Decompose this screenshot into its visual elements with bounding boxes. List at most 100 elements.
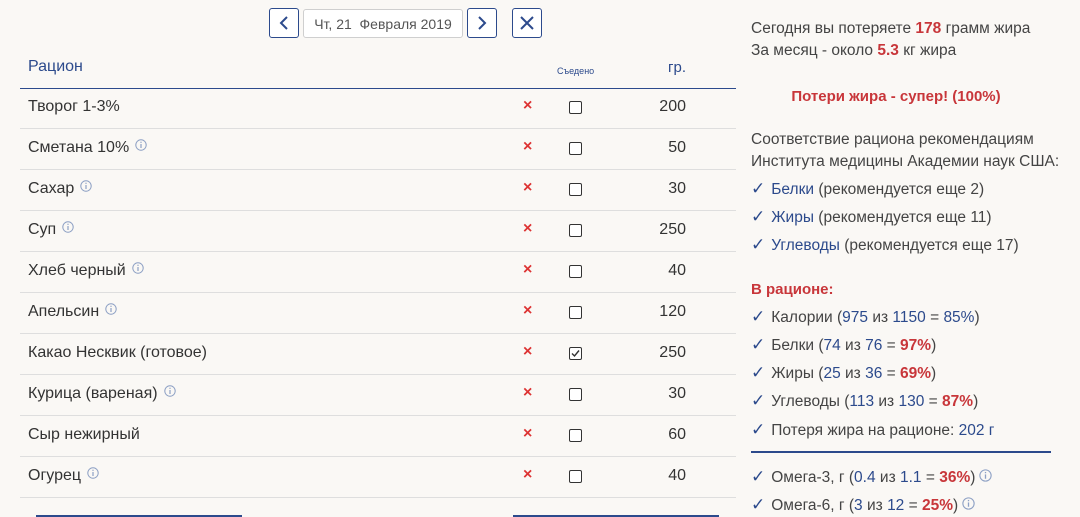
fat-loss-status: Потери жира - супер! (100%) (791, 88, 1001, 105)
check-icon: ✓ (751, 391, 766, 410)
in-diet-title: В рационе: (751, 281, 834, 298)
checkmark-icon (571, 350, 580, 358)
month-suffix: кг жира (898, 42, 957, 59)
table-row: Огурец × 40 (20, 457, 736, 498)
nutrient-link[interactable]: Углеводы (771, 237, 840, 254)
food-name: Сметана 10% (28, 139, 147, 157)
info-icon[interactable] (163, 385, 176, 397)
food-name-text: Курица (вареная) (28, 385, 158, 402)
check-icon: ✓ (751, 363, 766, 382)
info-icon[interactable] (87, 467, 99, 479)
omega-target: 1.1 (900, 469, 922, 486)
fat-loss-on-diet-line: ✓ Потеря жира на рационе: 202 г (751, 420, 994, 440)
check-icon: ✓ (751, 467, 766, 486)
remove-item-icon[interactable]: × (523, 466, 532, 484)
omega-eq: = (921, 469, 940, 486)
compliance-heading-2: Института медицины Академии наук США: (751, 153, 1060, 170)
info-icon[interactable] (80, 180, 92, 192)
in-diet-target: 76 (865, 337, 883, 354)
eaten-checkbox[interactable] (569, 265, 582, 278)
recommendation-text: (рекомендуется еще 17) (839, 237, 1019, 254)
eaten-checkbox[interactable] (569, 142, 582, 155)
info-icon[interactable] (135, 139, 147, 151)
omega-actual: 3 (854, 497, 863, 514)
food-name: Курица (вареная) (28, 385, 176, 403)
today-fat-loss-line: Сегодня вы потеряете 178 грамм жира (751, 20, 1030, 38)
food-name: Апельсин (28, 303, 117, 321)
eaten-checkbox[interactable] (569, 429, 582, 442)
food-name-text: Сыр нежирный (28, 426, 140, 443)
close-button[interactable] (512, 8, 542, 38)
nutrient-link[interactable]: Жиры (771, 209, 814, 226)
remove-item-icon[interactable]: × (523, 343, 532, 361)
grams-value[interactable]: 50 (668, 139, 686, 157)
eaten-checkbox[interactable] (569, 101, 582, 114)
eaten-checkbox[interactable] (569, 470, 582, 483)
eaten-checkbox[interactable] (569, 183, 582, 196)
info-icon[interactable] (62, 221, 74, 233)
info-icon[interactable] (979, 469, 993, 482)
remove-item-icon[interactable]: × (523, 302, 532, 320)
date-field[interactable]: Чт, 21 Февраля 2019 (303, 9, 463, 38)
remove-item-icon[interactable]: × (523, 179, 532, 197)
prev-day-button[interactable] (269, 8, 299, 38)
grams-value[interactable]: 250 (659, 221, 686, 239)
in-diet-of: из (840, 365, 866, 382)
eaten-checkbox[interactable] (569, 306, 582, 319)
remove-item-icon[interactable]: × (523, 425, 532, 443)
grams-value[interactable]: 40 (668, 262, 686, 280)
fat-loss-on-diet-value: 202 г (958, 422, 995, 439)
recommendation-item: ✓ Жиры (рекомендуется еще 11) (751, 207, 992, 227)
grams-value[interactable]: 120 (659, 303, 686, 321)
check-icon: ✓ (751, 495, 766, 514)
today-prefix: Сегодня вы потеряете (751, 20, 916, 37)
in-diet-actual: 113 (849, 393, 875, 410)
table-row: Хлеб черный × 40 (20, 252, 736, 293)
table-row: Сыр нежирный × 60 (20, 416, 736, 457)
grams-value[interactable]: 60 (668, 426, 686, 444)
chevron-right-icon (478, 16, 487, 30)
food-name: Суп (28, 221, 74, 239)
omega-label: Омега-6, г ( (771, 497, 855, 514)
remove-item-icon[interactable]: × (523, 97, 532, 115)
remove-item-icon[interactable]: × (523, 384, 532, 402)
omega-actual: 0.4 (854, 469, 876, 486)
omega-of: из (875, 469, 900, 486)
eaten-checkbox[interactable] (569, 388, 582, 401)
check-icon: ✓ (751, 235, 766, 254)
in-diet-of: из (868, 309, 893, 326)
remove-item-icon[interactable]: × (523, 220, 532, 238)
grams-value[interactable]: 250 (659, 344, 686, 362)
omega-target: 12 (887, 497, 905, 514)
food-name: Сыр нежирный (28, 426, 140, 444)
food-name: Творог 1-3% (28, 98, 120, 116)
in-diet-percent: 85% (943, 309, 975, 326)
in-diet-close: ) (931, 365, 937, 382)
next-day-button[interactable] (467, 8, 497, 38)
eaten-checkbox[interactable] (569, 224, 582, 237)
info-icon[interactable] (962, 497, 975, 510)
diet-table-header: Рацион Съедено гр. (20, 52, 736, 89)
remove-item-icon[interactable]: × (523, 261, 532, 279)
food-name-text: Огурец (28, 467, 82, 484)
chevron-left-icon (279, 16, 288, 30)
food-name: Сахар (28, 180, 92, 198)
in-diet-of: из (840, 337, 866, 354)
info-icon[interactable] (132, 262, 144, 274)
in-diet-item: ✓ Углеводы (113 из 130 = 87%) (751, 391, 978, 411)
in-diet-percent: 97% (900, 337, 932, 354)
recommendation-item: ✓ Углеводы (рекомендуется еще 17) (751, 235, 1019, 255)
nutrient-link[interactable]: Белки (771, 181, 814, 198)
info-icon[interactable] (105, 303, 117, 315)
omega-percent: 25% (921, 497, 954, 514)
food-name: Огурец (28, 467, 99, 485)
today-value: 178 (915, 20, 942, 37)
grams-value[interactable]: 200 (659, 98, 686, 116)
eaten-checkbox[interactable] (569, 347, 582, 360)
grams-value[interactable]: 30 (668, 180, 686, 198)
remove-item-icon[interactable]: × (523, 138, 532, 156)
recommendation-item: ✓ Белки (рекомендуется еще 2) (751, 179, 984, 199)
grams-value[interactable]: 40 (668, 467, 686, 485)
column-header-diet: Рацион (28, 58, 83, 75)
grams-value[interactable]: 30 (668, 385, 686, 403)
